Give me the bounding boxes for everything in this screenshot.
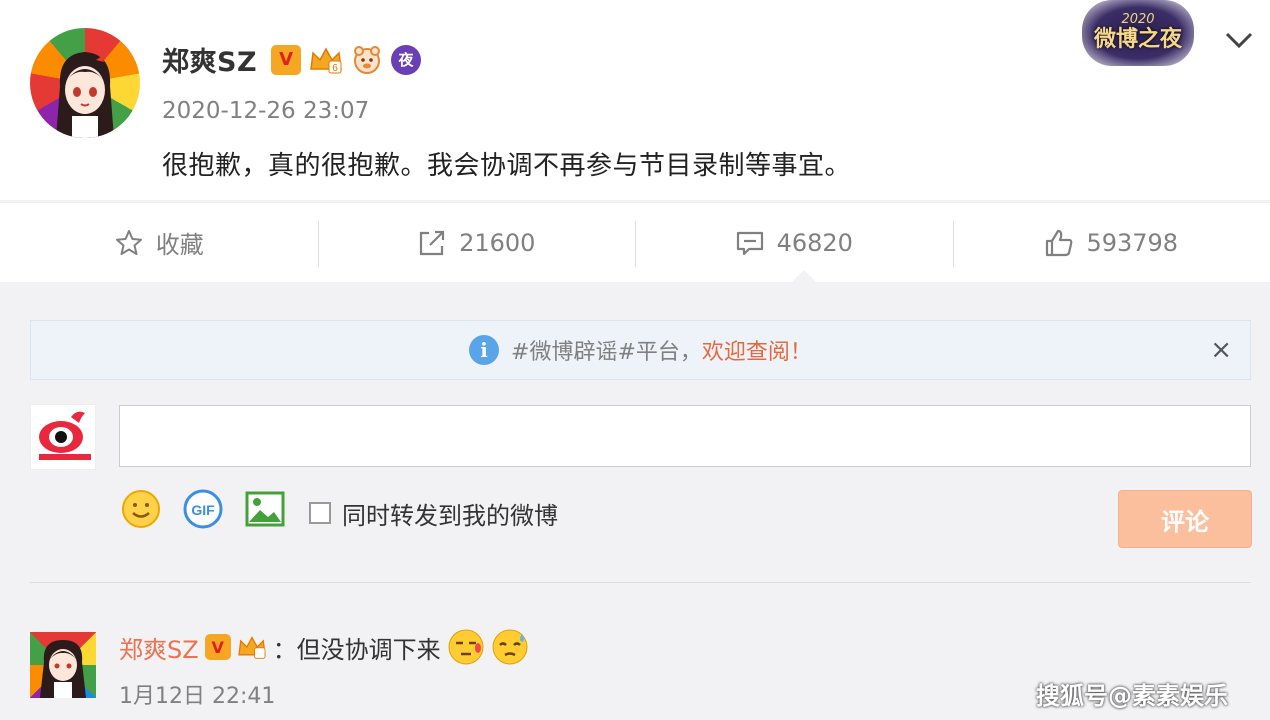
- author-name[interactable]: 郑爽SZ: [162, 40, 257, 79]
- post-action-bar: 收藏 21600 46820 593798: [0, 202, 1270, 282]
- share-icon: [419, 230, 445, 255]
- notice-text[interactable]: #微博辟谣#平台，: [511, 334, 702, 366]
- weibo-eye-icon: [39, 411, 91, 460]
- favorite-button[interactable]: 收藏: [0, 203, 318, 282]
- commenter-name[interactable]: 郑爽SZ: [119, 630, 199, 665]
- vip-crown-icon[interactable]: [237, 634, 267, 660]
- close-icon[interactable]: ×: [1210, 335, 1232, 365]
- avatar-portrait-small: [40, 640, 86, 698]
- post-timestamp[interactable]: 2020-12-26 23:07: [162, 98, 369, 124]
- event-logo-year: 2020: [1121, 12, 1155, 27]
- repost-button[interactable]: 21600: [317, 203, 636, 282]
- chevron-down-icon[interactable]: [1222, 28, 1256, 52]
- favorite-label: 收藏: [155, 231, 204, 259]
- fan-badge-icon[interactable]: [351, 45, 383, 75]
- post-content: 很抱歉，真的很抱歉。我会协调不再参与节目录制等事宜。: [162, 151, 852, 181]
- comment-icon: [736, 231, 763, 255]
- like-count: 593798: [1086, 228, 1179, 257]
- emoji-icon[interactable]: [120, 488, 162, 530]
- source-watermark: 搜狐号@素素娱乐: [1036, 682, 1228, 710]
- comment-submit-button[interactable]: 评论: [1118, 490, 1252, 548]
- vip-crown-icon[interactable]: 6: [309, 45, 343, 75]
- avatar-portrait: [56, 52, 114, 138]
- verified-badge[interactable]: V: [204, 634, 231, 660]
- verified-badge[interactable]: V: [271, 44, 302, 75]
- gif-icon[interactable]: GIF: [182, 488, 224, 530]
- weibo-post: 郑爽SZ V 6 夜 2020-12-26 23:07 很抱歉，真的很抱歉。我会…: [0, 0, 1270, 200]
- image-icon[interactable]: [244, 488, 286, 530]
- notice-link[interactable]: 欢迎查阅！: [702, 334, 812, 366]
- like-button[interactable]: 593798: [952, 203, 1270, 282]
- repost-checkbox[interactable]: [309, 502, 331, 524]
- comment-count: 46820: [776, 228, 853, 257]
- comment-row: 郑爽SZ V ：但没协调下来: [119, 628, 529, 666]
- rumor-notice-banner: i #微博辟谣#平台， 欢迎查阅！ ×: [30, 320, 1251, 380]
- sweat-emoji-icon: [492, 629, 528, 665]
- star-icon: [115, 229, 142, 255]
- svg-text:6: 6: [332, 63, 338, 74]
- composer-divider: [30, 582, 1251, 583]
- svg-text:GIF: GIF: [191, 502, 215, 518]
- repost-checkbox-label[interactable]: 同时转发到我的微博: [342, 496, 558, 531]
- night-event-badge[interactable]: 夜: [391, 44, 422, 75]
- author-avatar[interactable]: [30, 28, 140, 138]
- thumbs-up-icon: [1046, 229, 1073, 256]
- speechless-emoji-icon: [448, 629, 484, 665]
- comment-panel-pointer: [792, 270, 816, 282]
- comment-text: ：但没协调下来: [272, 635, 441, 664]
- weibo-night-logo[interactable]: 2020 微博之夜: [1082, 0, 1194, 66]
- repost-count: 21600: [459, 228, 536, 257]
- commenter-avatar[interactable]: [30, 632, 96, 698]
- event-logo-title: 微博之夜: [1093, 27, 1182, 52]
- comment-timestamp[interactable]: 1月12日 22:41: [119, 678, 275, 710]
- author-row: 郑爽SZ V 6 夜: [162, 40, 422, 79]
- current-user-avatar[interactable]: [30, 404, 96, 470]
- comment-input[interactable]: [119, 405, 1251, 467]
- info-icon: i: [469, 335, 500, 365]
